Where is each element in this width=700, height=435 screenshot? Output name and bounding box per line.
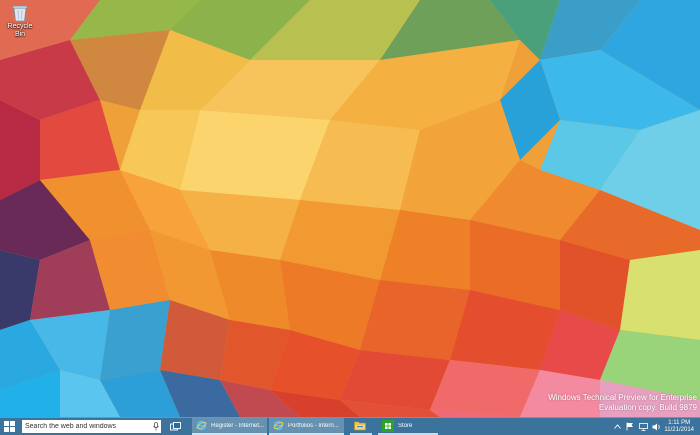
task-view-button[interactable] [166, 418, 184, 435]
taskbar-app-portfolios[interactable]: Portfolios - Intern... [269, 418, 344, 435]
taskbar-app-store[interactable]: Store [378, 418, 438, 435]
task-view-icon [169, 422, 181, 431]
taskbar-app-label: Store [398, 422, 413, 429]
microphone-icon[interactable] [151, 421, 161, 433]
desktop-icon-label: Recycle Bin [7, 23, 33, 38]
store-icon [382, 419, 394, 432]
taskbar-clock[interactable]: 1:11 PM 11/21/2014 [664, 420, 694, 434]
desktop-wallpaper [0, 0, 700, 435]
clock-date: 11/21/2014 [664, 426, 694, 433]
file-explorer-icon [354, 421, 366, 431]
taskbar-app-register[interactable]: Register - Internet... [192, 418, 267, 435]
desktop-icon-recycle-bin[interactable]: Recycle Bin [2, 2, 38, 39]
windows-logo-icon [3, 421, 15, 432]
evaluation-watermark: Windows Technical Preview for Enterprise… [548, 393, 697, 413]
taskbar-app-label: Register - Internet... [211, 422, 265, 429]
search-placeholder: Search the web and windows [25, 423, 117, 430]
recycle-bin-icon [12, 5, 28, 22]
watermark-build: Evaluation copy. Build 9879 [598, 403, 697, 412]
taskbar: Search the web and windows Register - In… [0, 417, 700, 435]
network-icon[interactable] [638, 422, 648, 432]
internet-explorer-icon [196, 420, 207, 431]
start-button[interactable] [0, 418, 18, 435]
action-flag-icon[interactable] [625, 422, 635, 432]
chevron-up-icon[interactable] [612, 422, 622, 432]
search-box[interactable]: Search the web and windows [22, 420, 161, 433]
taskbar-app-file-explorer[interactable] [350, 418, 372, 435]
internet-explorer-icon [273, 420, 284, 431]
taskbar-app-label: Portfolios - Intern... [288, 422, 339, 429]
watermark-edition: Windows Technical Preview for Enterprise [548, 393, 697, 402]
system-tray: 1:11 PM 11/21/2014 [604, 418, 700, 435]
clock-time: 1:11 PM [668, 419, 691, 426]
volume-icon[interactable] [651, 422, 661, 432]
